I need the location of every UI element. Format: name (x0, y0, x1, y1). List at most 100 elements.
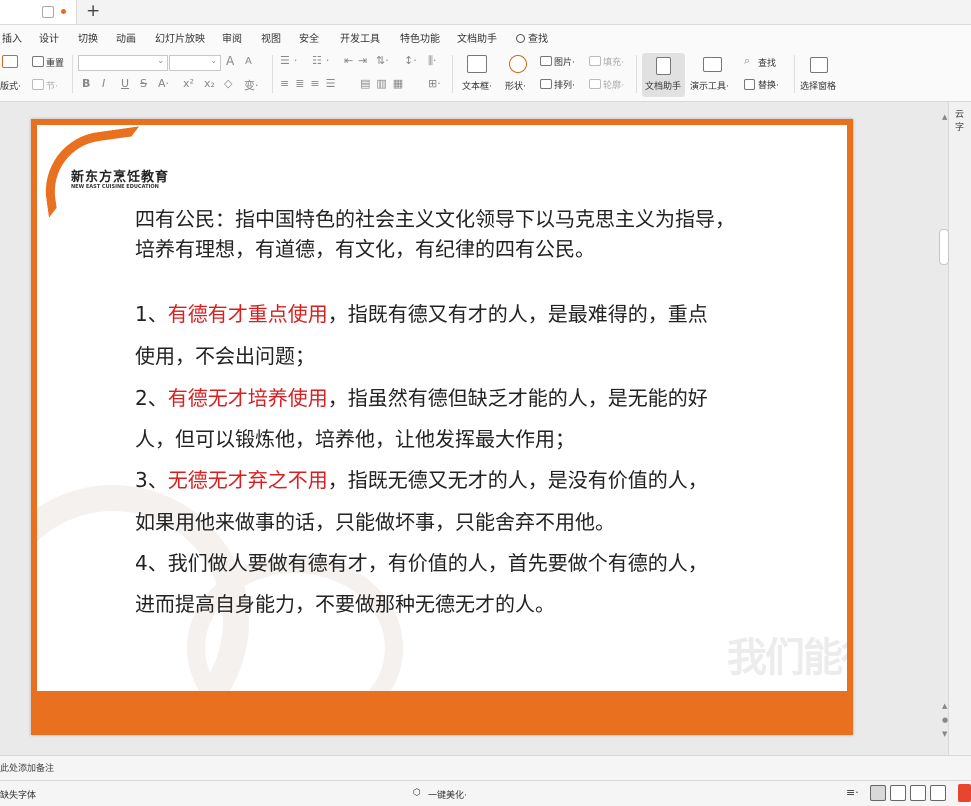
point-3-text: ，指既无德又无才的人，是没有价值的人， (327, 468, 708, 492)
menu-slideshow[interactable]: 幻灯片放映 (155, 30, 205, 45)
font-color-button[interactable]: A· (158, 77, 169, 90)
notes-placeholder[interactable]: 此处添加备注 (0, 761, 54, 774)
outline-icon (589, 79, 601, 89)
vertical-scrollbar[interactable] (939, 229, 949, 265)
separator (794, 55, 795, 93)
layout-button[interactable]: 版式· (0, 79, 21, 92)
fill-icon (589, 56, 601, 66)
vertical-align-icon[interactable]: ⊞· (428, 77, 441, 90)
slide-content-area[interactable]: 新东方烹饪教育 NEW EAST CUISINE EDUCATION 我们能行 … (37, 125, 847, 691)
align-buttons-icon[interactable]: ≡≣≡☰ (280, 77, 342, 90)
flame-logo-icon (760, 681, 808, 691)
logo-subtitle: NEW EAST CUISINE EDUCATION (71, 184, 159, 190)
clear-format-icon[interactable]: ◇ (224, 77, 232, 90)
replace-button[interactable]: 替换· (758, 78, 779, 91)
menu-security[interactable]: 安全 (299, 30, 319, 45)
sorter-view-button[interactable] (890, 785, 906, 801)
play-slideshow-button[interactable] (958, 784, 971, 802)
menu-developer[interactable]: 开发工具 (340, 30, 380, 45)
reset-icon (32, 56, 44, 67)
distribute-icon[interactable]: ▤▥▦ (360, 77, 409, 90)
scroll-up-icon[interactable]: ▲ (942, 113, 947, 121)
italic-button[interactable]: I (102, 77, 105, 90)
notes-toggle-icon[interactable]: ≡· (846, 786, 859, 799)
shape-button[interactable]: 形状· (505, 79, 526, 92)
point-1-number: 1、 (135, 302, 168, 326)
point-1-line-2: 使用，不会出问题； (135, 344, 315, 368)
textbox-icon[interactable] (467, 55, 487, 73)
fill-button[interactable]: 填充· (603, 55, 624, 68)
notes-area[interactable]: 此处添加备注 (0, 755, 971, 780)
point-3-number: 3、 (135, 468, 168, 492)
reading-view-button[interactable] (910, 785, 926, 801)
menu-search[interactable]: 查找 (516, 30, 548, 45)
text-effect-button[interactable]: 变· (244, 77, 259, 93)
point-4-line-1: 4、我们做人要做有德有才，有价值的人，首先要做个有德的人， (135, 551, 708, 575)
arrange-button[interactable]: 排列· (554, 78, 575, 91)
increase-font-icon[interactable]: A (226, 54, 234, 68)
strikethrough-button[interactable]: S (140, 77, 147, 90)
scroll-dot-icon[interactable]: ● (942, 716, 948, 724)
arrange-icon (540, 79, 552, 89)
comment-icon[interactable] (42, 6, 54, 18)
menu-animation[interactable]: 动画 (116, 30, 136, 45)
doc-helper-icon (656, 57, 671, 75)
new-tab-button[interactable]: + (86, 1, 100, 21)
present-tool-button[interactable]: 演示工具· (690, 79, 729, 92)
logo-title: 新东方烹饪教育 (71, 170, 170, 185)
separator (452, 55, 453, 93)
menu-view[interactable]: 视图 (261, 30, 281, 45)
separator (272, 55, 273, 93)
picture-button[interactable]: 图片· (554, 55, 575, 68)
indent-decrease-icon[interactable]: ⇤ (344, 54, 353, 67)
superscript-button[interactable]: x² (183, 77, 194, 90)
bullet-list-icon[interactable]: ☰· (280, 54, 301, 67)
scroll-next-icon[interactable]: ▼ (942, 730, 947, 738)
menu-insert[interactable]: 插入 (2, 30, 22, 45)
line-spacing-icon[interactable]: ↕· (404, 54, 417, 67)
normal-view-button[interactable] (870, 785, 886, 801)
search-icon (516, 34, 525, 43)
reset-button[interactable]: 重置 (46, 56, 64, 69)
slide[interactable]: 新东方烹饪教育 NEW EAST CUISINE EDUCATION 我们能行 … (31, 119, 853, 735)
menu-design[interactable]: 设计 (39, 30, 59, 45)
replace-icon (744, 79, 755, 90)
menu-features[interactable]: 特色功能 (400, 30, 440, 45)
document-tab[interactable] (0, 0, 77, 24)
menu-bar: 插入 设计 切换 动画 幻灯片放映 审阅 视图 安全 开发工具 特色功能 文档助… (0, 25, 971, 49)
section-button[interactable]: 节· (46, 79, 58, 92)
point-4-line-2: 进而提高自身能力，不要做那种无德无才的人。 (135, 592, 555, 616)
scroll-prev-icon[interactable]: ▲ (942, 702, 947, 710)
outline-button[interactable]: 轮廓· (603, 78, 624, 91)
point-3-line-1: 3、无德无才弃之不用，指既无德又无才的人，是没有价值的人， (135, 468, 708, 492)
point-1-text: ，指既有德又有才的人，是最难得的，重点 (327, 302, 708, 326)
subscript-button[interactable]: x₂ (204, 77, 215, 90)
font-size-select[interactable]: ⌄ (169, 55, 221, 71)
font-family-select[interactable]: ⌄ (78, 55, 168, 71)
right-pane-label[interactable]: 云字 (955, 107, 971, 133)
ribbon-toolbar: 版式· 重置 节· ⌄ ⌄ A A B I U S A· x² x₂ ◇ 变· … (0, 49, 971, 102)
decrease-font-icon[interactable]: A (245, 56, 252, 67)
separator (636, 55, 637, 93)
menu-doc-helper[interactable]: 文档助手 (457, 30, 497, 45)
text-direction-icon[interactable]: ⇅· (376, 54, 389, 67)
point-3-line-2: 如果用他来做事的话，只能做坏事，只能舍弃不用他。 (135, 510, 615, 534)
menu-review[interactable]: 审阅 (222, 30, 242, 45)
beautify-button[interactable]: 一键美化· (428, 788, 467, 801)
bold-button[interactable]: B (82, 77, 90, 90)
numbered-list-icon[interactable]: ☷· (312, 54, 333, 67)
status-bar: 缺失字体 ⬡ 一键美化· ≡· (0, 780, 971, 806)
column-icon[interactable]: ⫼· (428, 54, 437, 68)
menu-transition[interactable]: 切换 (78, 30, 98, 45)
shape-icon[interactable] (509, 55, 527, 73)
point-2-text: ，指虽然有德但缺乏才能的人，是无能的好 (327, 386, 708, 410)
textbox-button[interactable]: 文本框· (462, 79, 492, 92)
indent-increase-icon[interactable]: ⇥ (358, 54, 367, 67)
layout-icon[interactable] (2, 55, 18, 68)
underline-button[interactable]: U (121, 77, 129, 90)
find-button[interactable]: 查找 (758, 56, 776, 69)
separator (72, 55, 73, 93)
missing-font-button[interactable]: 缺失字体 (0, 788, 36, 801)
select-pane-button[interactable]: 选择窗格 (800, 79, 836, 92)
notes-view-button[interactable] (930, 785, 946, 801)
